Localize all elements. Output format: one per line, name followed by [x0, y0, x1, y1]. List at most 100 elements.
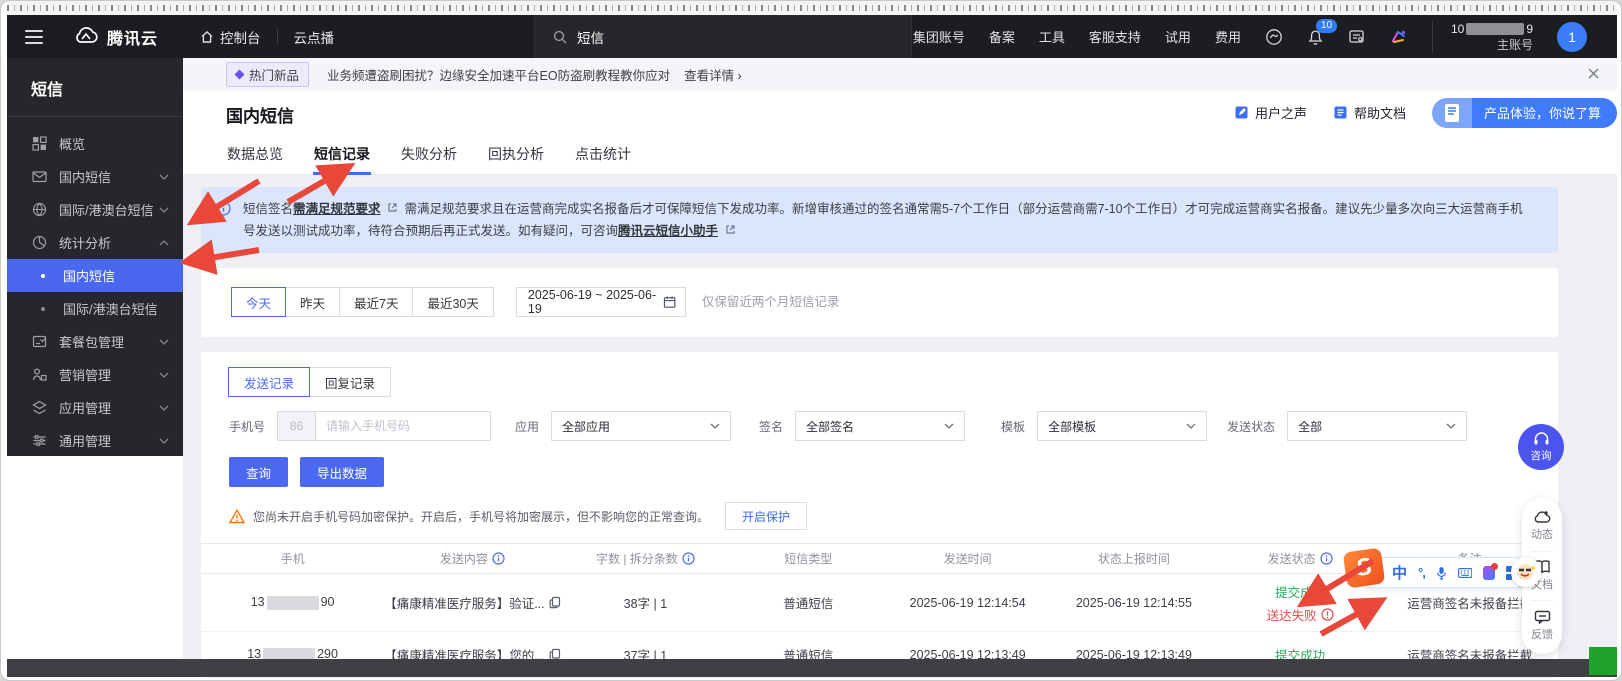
info-icon[interactable]: [1320, 552, 1333, 565]
package-icon: [31, 334, 47, 350]
tab-receipt-analysis[interactable]: 回执分析: [487, 134, 545, 175]
app-select[interactable]: 全部应用: [551, 411, 731, 441]
account-info[interactable]: 109 主账号: [1432, 21, 1533, 53]
promo-detail-link[interactable]: 查看详情 ›: [684, 65, 742, 84]
sidebar-item-marketing-mgmt[interactable]: 营销管理: [7, 358, 183, 391]
app-label: 应用: [515, 418, 539, 435]
search-value: 短信: [577, 27, 604, 47]
export-button[interactable]: 导出数据: [300, 457, 384, 487]
sogou-ime-logo[interactable]: S: [1343, 548, 1386, 589]
date-range-picker[interactable]: 2025-06-19 ~ 2025-06-19: [516, 287, 686, 317]
sidebar-subitem-intl-sms-stats[interactable]: 国际/港澳台短信: [7, 292, 183, 325]
signature-info-alert: 短信签名需满足规范要求 需满足规范要求且在运营商完成实名报备后才可保障短信下发成…: [201, 187, 1558, 253]
info-icon[interactable]: [682, 552, 695, 565]
enable-protection-button[interactable]: 开启保护: [725, 502, 807, 530]
date-yesterday-button[interactable]: 昨天: [285, 287, 340, 317]
calendar-icon: [663, 295, 676, 309]
sidebar-item-package-mgmt[interactable]: 套餐包管理: [7, 325, 183, 358]
template-select[interactable]: 全部模板: [1037, 411, 1207, 441]
send-records-tab[interactable]: 发送记录: [228, 367, 310, 397]
product-link-vod[interactable]: 云点播: [294, 27, 335, 47]
error-info-icon[interactable]: [1321, 608, 1334, 621]
filter-row: 手机号 86 应用 全部应用 签名 全部签名 模板 全部模板 发送状态 全部: [229, 411, 1558, 441]
sidebar-item-overview[interactable]: 概览: [7, 127, 183, 160]
keyboard-icon[interactable]: [1458, 567, 1472, 579]
menu-support[interactable]: 客服支持: [1089, 27, 1141, 46]
tab-sms-records[interactable]: 短信记录: [313, 134, 371, 175]
menu-billing[interactable]: 费用: [1215, 27, 1241, 46]
menu-tools[interactable]: 工具: [1039, 27, 1065, 46]
product-experience-button[interactable]: 产品体验，你说了算: [1432, 98, 1617, 128]
microphone-icon[interactable]: [1436, 565, 1447, 581]
sidebar-item-general-mgmt[interactable]: 通用管理: [7, 424, 183, 457]
status-success: 提交成功: [1275, 582, 1325, 601]
consult-float-button[interactable]: 咨询: [1518, 424, 1564, 470]
feedback-item[interactable]: 反馈: [1531, 610, 1553, 642]
page-header: 国内短信 用户之声 帮助文档 产品体验，你说了算: [183, 91, 1617, 134]
copy-icon[interactable]: [549, 596, 561, 609]
signature-select[interactable]: 全部签名: [795, 411, 965, 441]
chevron-down-icon: [944, 423, 954, 429]
ime-punctuation-toggle[interactable]: °,: [1418, 565, 1425, 580]
page-title: 国内短信: [226, 102, 294, 127]
ime-emoji-icon[interactable]: [1511, 557, 1541, 587]
date-last30-button[interactable]: 最近30天: [412, 287, 493, 317]
sidebar-item-app-mgmt[interactable]: 应用管理: [7, 391, 183, 424]
spec-requirement-link[interactable]: 需满足规范要求: [293, 202, 381, 216]
chevron-down-icon: [1446, 423, 1456, 429]
sidebar-item-intl-sms[interactable]: 国际/港澳台短信: [7, 193, 183, 226]
cloud-logo-icon: [73, 26, 99, 48]
reply-records-tab[interactable]: 回复记录: [309, 367, 391, 397]
bullet-icon: [41, 307, 45, 311]
sms-assistant-link[interactable]: 腾讯云短信小助手: [618, 224, 718, 238]
assistant-icon[interactable]: [1265, 28, 1283, 46]
cloud-icon: [1533, 510, 1551, 524]
apps-layers-icon: [31, 400, 47, 416]
notification-bell-icon[interactable]: 10: [1307, 28, 1324, 46]
cell-send-status: 提交成功 送达失败: [1219, 582, 1382, 624]
user-voice-link[interactable]: 用户之声: [1234, 103, 1307, 122]
tencent-cloud-logo[interactable]: 腾讯云: [73, 25, 158, 49]
date-last7-button[interactable]: 最近7天: [339, 287, 413, 317]
menu-icp[interactable]: 备案: [989, 27, 1015, 46]
global-search[interactable]: 短信: [534, 15, 912, 58]
action-row: 查询 导出数据: [229, 457, 1558, 487]
ticket-icon[interactable]: [1348, 28, 1365, 45]
tab-click-stats[interactable]: 点击统计: [574, 134, 632, 175]
help-doc-link[interactable]: 帮助文档: [1333, 103, 1406, 122]
col-content: 发送内容: [384, 550, 560, 567]
feed-item[interactable]: 动态: [1531, 510, 1553, 542]
cell-report-time: 2025-06-19 12:14:55: [1049, 596, 1219, 610]
avatar[interactable]: 1: [1557, 22, 1587, 52]
info-icon: [216, 201, 231, 223]
close-icon[interactable]: [1588, 68, 1599, 82]
cell-sms-type: 普通短信: [730, 593, 886, 612]
privacy-message: 您尚未开启手机号码加密保护。开启后，手机号将加密展示，但不影响您的正常查询。: [253, 508, 709, 525]
mail-icon: [31, 169, 47, 185]
chevron-down-icon: [159, 174, 169, 180]
lab-colorful-icon[interactable]: [1389, 27, 1408, 46]
menu-group-account[interactable]: 集团账号: [913, 27, 965, 46]
tab-data-overview[interactable]: 数据总览: [226, 134, 284, 175]
phone-redacted: [267, 596, 319, 610]
quick-date-group: 今天 昨天 最近7天 最近30天: [231, 287, 494, 317]
screenshot-root: 腾讯云 控制台 云点播 短信 集团账号 备案 工具 客服支持 试用 费用 10: [0, 0, 1622, 681]
chevron-up-icon: [159, 240, 169, 246]
hamburger-menu-icon[interactable]: [25, 30, 43, 44]
sidebar-item-statistics[interactable]: 统计分析: [7, 226, 183, 259]
sidebar-subitem-domestic-sms-stats[interactable]: 国内短信: [7, 259, 183, 292]
ime-skin-icon[interactable]: [1483, 566, 1495, 580]
sidebar-item-domestic-sms[interactable]: 国内短信: [7, 160, 183, 193]
query-button[interactable]: 查询: [229, 457, 288, 487]
tab-failure-analysis[interactable]: 失败分析: [400, 134, 458, 175]
top-navbar: 腾讯云 控制台 云点播 短信 集团账号 备案 工具 客服支持 试用 费用 10: [7, 15, 1617, 58]
console-link[interactable]: 控制台: [200, 27, 261, 47]
send-status-select[interactable]: 全部: [1287, 411, 1467, 441]
info-icon[interactable]: [492, 552, 505, 565]
ime-language-toggle[interactable]: 中: [1392, 562, 1407, 583]
date-today-button[interactable]: 今天: [231, 287, 286, 317]
comment-icon: [1534, 610, 1551, 624]
cell-content: 【痛康精准医疗服务】验证...: [384, 593, 560, 612]
menu-trial[interactable]: 试用: [1165, 27, 1191, 46]
phone-input[interactable]: [315, 411, 491, 441]
